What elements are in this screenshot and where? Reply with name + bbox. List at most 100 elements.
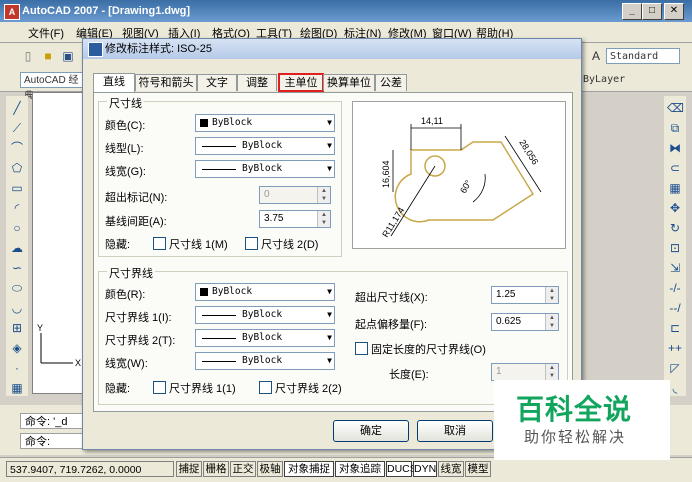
workspace-combo[interactable]: AutoCAD 经典	[20, 72, 86, 102]
erase-icon[interactable]: ⌫	[667, 100, 684, 116]
preview-dim-4: 60°	[458, 178, 474, 195]
cancel-button[interactable]: 取消	[417, 420, 493, 442]
menu-file[interactable]: 文件(F)	[28, 25, 64, 41]
rotate-icon[interactable]: ↻	[667, 220, 683, 236]
ext-linetype2-value: ByBlock	[242, 332, 283, 343]
spinner-arrows-icon[interactable]: ▲ ▼	[317, 211, 330, 227]
autocad-logo-icon: A	[4, 4, 20, 20]
grid-toggle[interactable]: 栅格	[203, 461, 229, 477]
polygon-icon[interactable]: ⬠	[9, 160, 25, 176]
dialog-title: 修改标注样式: ISO-25	[105, 43, 212, 55]
dyn-toggle[interactable]: DYN	[413, 461, 437, 477]
make-block-icon[interactable]: ◈	[9, 340, 25, 356]
copy-icon[interactable]: ⧉	[667, 120, 683, 136]
dropdown-arrow-icon: ▼	[327, 356, 332, 365]
offset-icon[interactable]: ⊂	[667, 160, 683, 176]
chamfer-icon[interactable]: ◸	[667, 360, 683, 376]
tab-alternate-units[interactable]: 换算单位	[323, 74, 375, 91]
otrack-toggle[interactable]: 对象追踪	[335, 461, 385, 477]
construction-line-icon[interactable]: ⟋	[9, 120, 25, 136]
spinner-arrows-icon[interactable]: ▲ ▼	[545, 364, 558, 380]
tab-primary-units[interactable]: 主单位	[278, 73, 324, 92]
rectangle-icon[interactable]: ▭	[9, 180, 25, 196]
tab-tolerances[interactable]: 公差	[375, 74, 407, 91]
spinner-arrows-icon[interactable]: ▲ ▼	[545, 287, 558, 303]
baseline-spacing-spinner[interactable]: 3.75 ▲ ▼	[259, 210, 331, 228]
suppress-extline1-label: 尺寸界线 1(1)	[169, 383, 236, 395]
tab-text[interactable]: 文字	[197, 74, 237, 91]
svg-text:Y: Y	[37, 323, 43, 333]
ext-lineweight-value: ByBlock	[242, 355, 283, 366]
snap-toggle[interactable]: 捕捉	[176, 461, 202, 477]
new-file-icon[interactable]: ▯	[20, 48, 36, 64]
suppress-dimline1-checkbox[interactable]	[153, 237, 166, 250]
ext-lineweight-dropdown[interactable]: ByBlock ▼	[195, 352, 335, 370]
color-swatch	[200, 119, 208, 127]
polar-toggle[interactable]: 极轴	[257, 461, 283, 477]
model-toggle[interactable]: 模型	[465, 461, 491, 477]
suppress-dimline2-label: 尺寸线 2(D)	[261, 239, 319, 251]
spline-icon[interactable]: ∽	[9, 260, 25, 276]
line-icon[interactable]: ╱	[9, 100, 25, 116]
minimize-button[interactable]: _	[622, 3, 642, 20]
suppress-dimline2-checkbox[interactable]	[245, 237, 258, 250]
dim-lineweight-dropdown[interactable]: ByBlock ▼	[195, 160, 335, 178]
ok-button[interactable]: 确定	[333, 420, 409, 442]
offset-origin-spinner[interactable]: 0.625 ▲ ▼	[491, 313, 559, 331]
stretch-icon[interactable]: ⇲	[667, 260, 683, 276]
watermark: 百科全说 助你轻松解决	[494, 380, 670, 460]
extend-beyond-spinner[interactable]: 1.25 ▲ ▼	[491, 286, 559, 304]
open-file-icon[interactable]: ■	[40, 48, 56, 64]
draw-toolbar: ╱ ⟋ ⌒ ⬠ ▭ ◜ ○ ☁ ∽ ⬭ ◡ ⊞ ◈ · ▦	[6, 96, 28, 396]
extend-icon[interactable]: --/	[667, 300, 683, 316]
fixed-length-checkbox[interactable]	[355, 342, 368, 355]
ext-linetype1-dropdown[interactable]: ByBlock ▼	[195, 306, 335, 324]
scale-icon[interactable]: ⊡	[667, 240, 683, 256]
tab-fit[interactable]: 调整	[237, 74, 277, 91]
dim-linetype-dropdown[interactable]: ByBlock ▼	[195, 137, 335, 155]
point-icon[interactable]: ·	[9, 360, 25, 376]
group-title: 尺寸线	[107, 95, 144, 111]
move-icon[interactable]: ✥	[667, 200, 683, 216]
dimension-lines-group: 尺寸线 颜色(C): ByBlock ▼ 线型(L): ByBlock ▼ 线宽…	[98, 95, 342, 257]
ellipse-icon[interactable]: ⬭	[9, 280, 25, 296]
line-sample	[202, 361, 236, 362]
ext-suppress-label: 隐藏:	[105, 383, 131, 395]
join-icon[interactable]: ++	[667, 340, 683, 356]
spinner-arrows-icon[interactable]: ▲ ▼	[317, 187, 330, 203]
color-swatch	[200, 288, 208, 296]
suppress-extline2-checkbox[interactable]	[259, 381, 272, 394]
dim-color-dropdown[interactable]: ByBlock ▼	[195, 114, 335, 132]
save-icon[interactable]: ▣	[60, 48, 76, 64]
ext-linetype2-dropdown[interactable]: ByBlock ▼	[195, 329, 335, 347]
tab-symbols-arrows[interactable]: 符号和箭头	[135, 74, 197, 91]
spinner-arrows-icon[interactable]: ▲ ▼	[545, 314, 558, 330]
tab-lines[interactable]: 直线	[93, 73, 135, 92]
length-spinner[interactable]: 1 ▲ ▼	[491, 363, 559, 381]
ext-linetype1-value: ByBlock	[242, 309, 283, 320]
circle-icon[interactable]: ○	[9, 220, 25, 236]
suppress-dimline1-label: 尺寸线 1(M)	[169, 239, 228, 251]
polyline-icon[interactable]: ⌒	[9, 140, 25, 156]
insert-block-icon[interactable]: ⊞	[9, 320, 25, 336]
layer-combo[interactable]: ByLayer	[580, 72, 680, 88]
osnap-toggle[interactable]: 对象捕捉	[284, 461, 334, 477]
lineweight-toggle[interactable]: 线宽	[438, 461, 464, 477]
revcloud-icon[interactable]: ☁	[9, 240, 25, 256]
ext-color-dropdown[interactable]: ByBlock ▼	[195, 283, 335, 301]
hatch-icon[interactable]: ▦	[9, 380, 25, 396]
ducs-toggle[interactable]: DUCS	[386, 461, 417, 477]
text-style-combo[interactable]: Standard	[606, 48, 680, 64]
suppress-extline1-checkbox[interactable]	[153, 381, 166, 394]
mirror-icon[interactable]: ⧓	[667, 140, 683, 156]
close-button[interactable]: ✕	[664, 3, 684, 20]
maximize-button[interactable]: □	[642, 3, 662, 20]
arc-icon[interactable]: ◜	[9, 200, 25, 216]
baseline-spacing-label: 基线间距(A):	[105, 216, 167, 228]
array-icon[interactable]: ▦	[667, 180, 683, 196]
extend-ticks-spinner[interactable]: 0 ▲ ▼	[259, 186, 331, 204]
ellipse-arc-icon[interactable]: ◡	[9, 300, 25, 316]
break-icon[interactable]: ⊏	[667, 320, 683, 336]
trim-icon[interactable]: -/-	[667, 280, 683, 296]
ortho-toggle[interactable]: 正交	[230, 461, 256, 477]
